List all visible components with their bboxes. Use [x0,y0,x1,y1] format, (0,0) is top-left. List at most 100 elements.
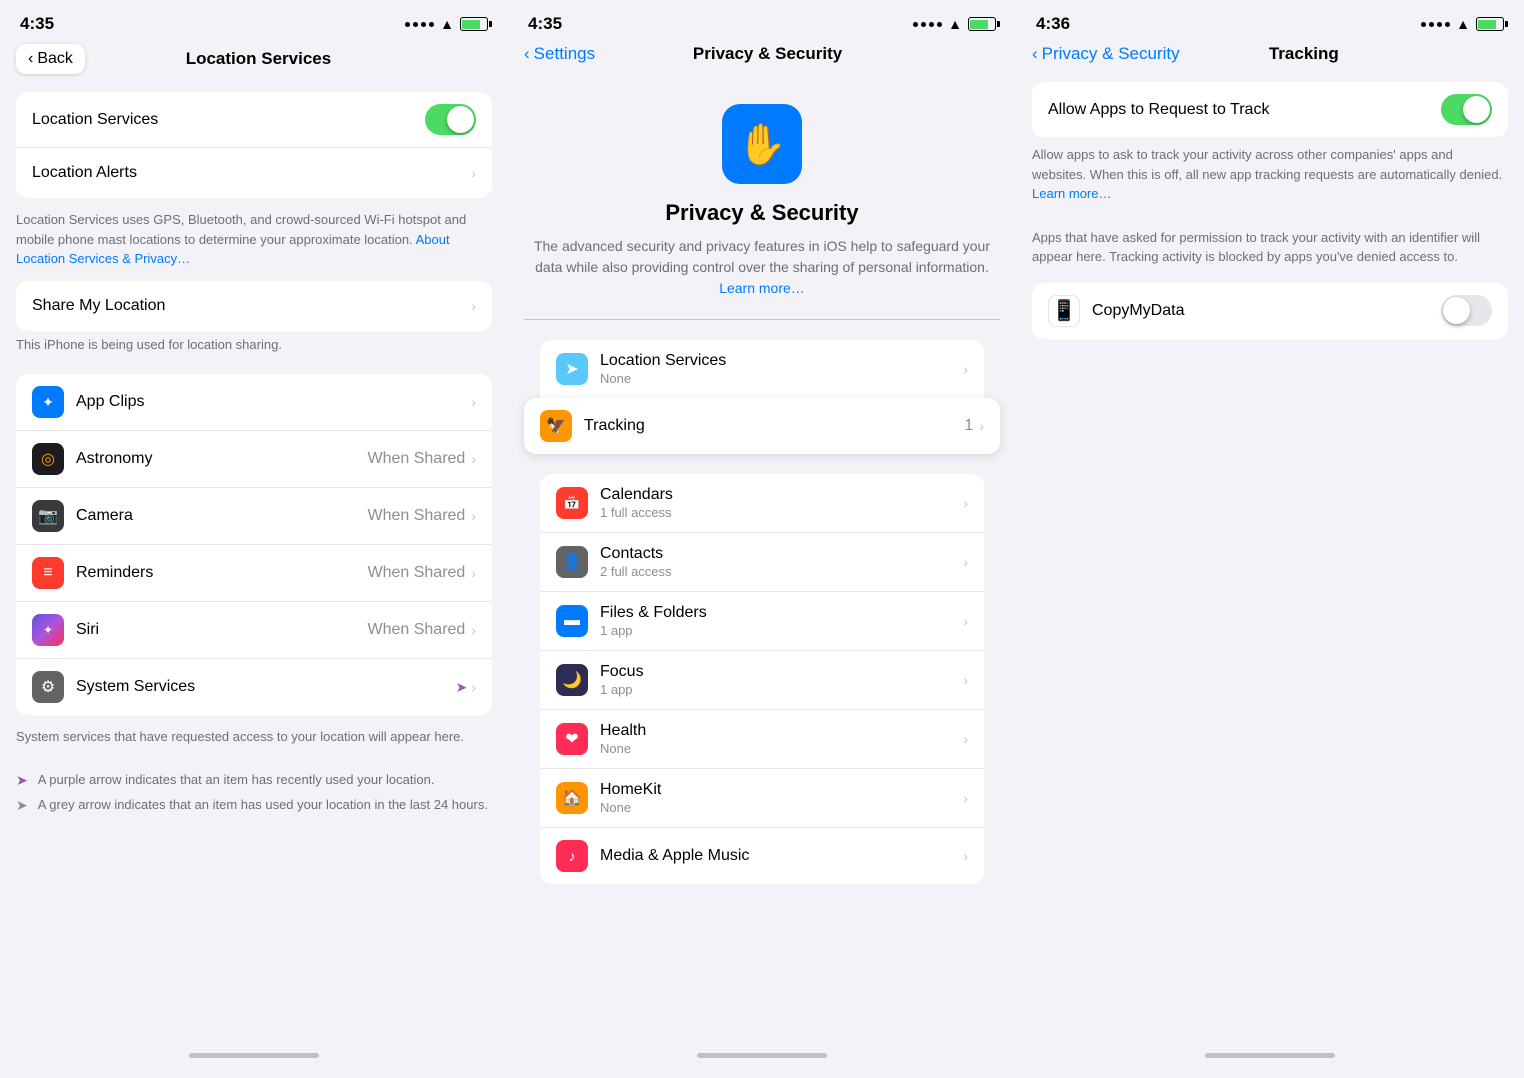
chevron-appclips: › [471,394,476,410]
hero-icon: ✋ [722,104,802,184]
homekit-sub: None [600,800,963,815]
nav-bar-2: ‹ Settings Privacy & Security [508,40,1016,74]
list-item-location-services[interactable]: Location Services [16,92,492,148]
purple-arrow-legend: ➤ [16,771,28,791]
list-item-siri[interactable]: ✦ Siri When Shared › [16,602,492,659]
back-button-3[interactable]: ‹ Privacy & Security [1032,44,1180,64]
status-time-3: 4:36 [1036,14,1070,34]
chevron-siri: › [471,622,476,638]
list-item-share-location[interactable]: Share My Location › [16,281,492,331]
chevron-homekit: › [963,790,968,806]
list-item-appclips[interactable]: ✦ App Clips › [16,374,492,431]
contacts-label: Contacts [600,545,963,563]
reminders-icon: ≡ [32,557,64,589]
privacy-location-label: Location Services [600,352,963,370]
privacy-more-card: 📅 Calendars 1 full access › 👤 Contacts 2… [540,474,984,884]
files-sub: 1 app [600,623,963,638]
list-item-camera[interactable]: 📷 Camera When Shared › [16,488,492,545]
location-icon: ➤ [556,353,588,385]
list-item-astronomy[interactable]: ◎ Astronomy When Shared › [16,431,492,488]
tracking-desc1-text: Allow apps to ask to track your activity… [1032,147,1502,182]
media-label: Media & Apple Music [600,847,963,865]
home-indicator-2 [697,1053,827,1058]
allow-apps-toggle[interactable] [1441,94,1492,125]
purple-arrow-icon: ➤ [456,679,468,696]
camera-icon: 📷 [32,500,64,532]
siri-value: When Shared [367,621,465,639]
battery-icon-2 [968,17,996,31]
chevron-files: › [963,613,968,629]
copy-my-data-card: 📱 CopyMyData [1032,283,1508,339]
chevron-camera: › [471,508,476,524]
camera-value: When Shared [367,507,465,525]
list-item-copymydata[interactable]: 📱 CopyMyData [1032,283,1508,339]
list-item-privacy-location[interactable]: ➤ Location Services None › [540,340,984,398]
tracking-highlight-card: 🦅 Tracking 1 › [524,398,1000,454]
copymydata-icon: 📱 [1048,295,1080,327]
status-time-2: 4:35 [528,14,562,34]
list-item-location-alerts[interactable]: Location Alerts › [16,148,492,198]
copymydata-toggle[interactable] [1441,295,1492,326]
contacts-sub: 2 full access [600,564,963,579]
status-icons-3: ▲ [1421,16,1504,32]
hero-link[interactable]: Learn more… [719,280,805,296]
chevron-focus: › [963,672,968,688]
calendars-icon: 📅 [556,487,588,519]
copy-icon: 📱 [1052,298,1077,323]
nav-bar-1: ‹ Back Location Services [0,40,508,84]
list-item-focus[interactable]: 🌙 Focus 1 app › [540,651,984,710]
list-item-media[interactable]: ♪ Media & Apple Music › [540,828,984,884]
list-item-tracking[interactable]: 🦅 Tracking 1 › [524,398,1000,454]
wifi-icon: ▲ [440,16,454,32]
app-list-card: ✦ App Clips › ◎ Astronomy When Shared › [16,374,492,715]
chevron-astronomy: › [471,451,476,467]
focus-icon: 🌙 [556,664,588,696]
chevron-system: › [471,679,476,695]
privacy-location-sub: None [600,371,963,386]
astronomy-value: When Shared [367,450,465,468]
chevron-privacy-loc: › [963,361,968,377]
list-item-homekit[interactable]: 🏠 HomeKit None › [540,769,984,828]
list-item-reminders[interactable]: ≡ Reminders When Shared › [16,545,492,602]
gray-arrow-legend: ➤ [16,796,28,816]
files-label: Files & Folders [600,604,963,622]
status-icons-1: ▲ [405,16,488,32]
status-time-1: 4:35 [20,14,54,34]
contacts-icon: 👤 [556,546,588,578]
signal-icon [405,22,434,27]
hero-section: ✋ Privacy & Security The advanced securi… [508,74,1016,319]
panel-location-services: 4:35 ▲ ‹ Back Location Services Location… [0,0,508,1078]
chevron-health: › [963,731,968,747]
health-label: Health [600,722,963,740]
list-item-system-services[interactable]: ⚙ System Services ➤ › [16,659,492,715]
list-item-health[interactable]: ❤ Health None › [540,710,984,769]
list-item-files[interactable]: ▬ Files & Folders 1 app › [540,592,984,651]
health-sub: None [600,741,963,756]
list-item-calendars[interactable]: 📅 Calendars 1 full access › [540,474,984,533]
tracking-desc1: Allow apps to ask to track your activity… [1016,137,1524,220]
camera-label: Camera [76,507,367,525]
location-services-card: Location Services Location Alerts › [16,92,492,198]
list-item-contacts[interactable]: 👤 Contacts 2 full access › [540,533,984,592]
tracking-page-title: Tracking [1269,44,1339,63]
chevron-contacts: › [963,554,968,570]
tracking-desc2: Apps that have asked for permission to t… [1016,220,1524,283]
location-services-toggle[interactable] [425,104,476,135]
siri-label: Siri [76,621,367,639]
share-location-label: Share My Location [32,297,471,315]
learn-more-link[interactable]: Learn more… [1032,186,1111,201]
location-info-text: Location Services uses GPS, Bluetooth, a… [16,212,466,247]
tracking-badge: 1 [964,417,973,435]
signal-icon-3 [1421,22,1450,27]
system-services-label: System Services [76,678,456,696]
status-bar-2: 4:35 ▲ [508,0,1016,40]
privacy-menu: ➤ Location Services None › 🦅 Tracki [508,340,1016,884]
appclips-label: App Clips [76,393,471,411]
calendars-label: Calendars [600,486,963,504]
astronomy-label: Astronomy [76,450,367,468]
legend-gray-text: A grey arrow indicates that an item has … [38,796,488,814]
back-label-3: Privacy & Security [1042,44,1180,64]
list-item-allow-apps[interactable]: Allow Apps to Request to Track [1032,82,1508,137]
reminders-value: When Shared [367,564,465,582]
chevron-share: › [471,298,476,314]
